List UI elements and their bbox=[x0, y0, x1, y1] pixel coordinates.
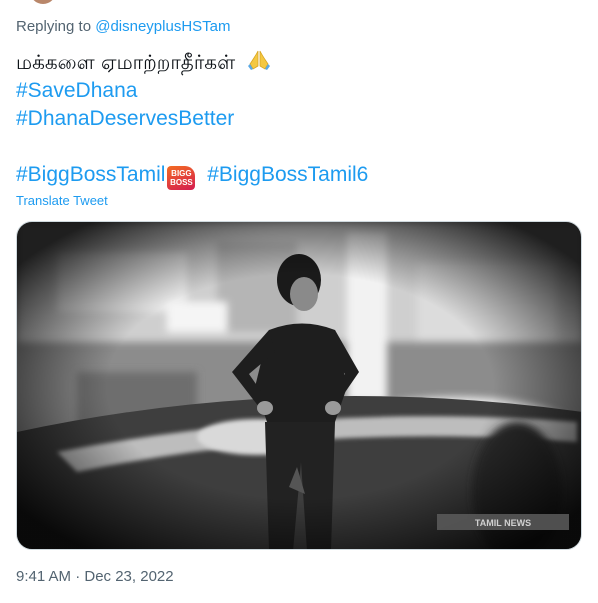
hashtag-bigg-boss-tamil[interactable]: #BiggBossTamil bbox=[16, 161, 165, 189]
reply-handle-link[interactable]: @disneyplusHSTam bbox=[95, 18, 230, 35]
tweet-timestamp[interactable]: 9:41 AM · Dec 23, 2022 bbox=[16, 568, 174, 585]
media-photo: TAMIL NEWS bbox=[17, 222, 581, 549]
hashtag-dhana-deserves-better[interactable]: #DhanaDeservesBetter bbox=[16, 105, 234, 133]
hashtag-save-dhana[interactable]: #SaveDhana bbox=[16, 77, 137, 105]
tweet-tamil-text: மக்களை ஏமாற்றாதீர்கள் bbox=[16, 50, 236, 74]
reply-context: Replying to @disneyplusHSTam bbox=[16, 18, 231, 35]
avatar[interactable] bbox=[30, 0, 56, 4]
tweet-text: மக்களை ஏமாற்றாதீர்கள் #SaveDhana #DhanaD… bbox=[16, 48, 368, 190]
reply-prefix: Replying to bbox=[16, 18, 92, 35]
bigg-boss-badge-icon: BIGG BOSS bbox=[167, 166, 196, 190]
translate-tweet-link[interactable]: Translate Tweet bbox=[16, 193, 108, 208]
hashtag-bigg-boss-tamil-6[interactable]: #BiggBossTamil6 bbox=[207, 161, 368, 189]
watermark-text: TAMIL NEWS bbox=[475, 518, 531, 528]
folded-hands-icon bbox=[247, 50, 270, 70]
tweet-media-image[interactable]: TAMIL NEWS bbox=[16, 221, 582, 550]
